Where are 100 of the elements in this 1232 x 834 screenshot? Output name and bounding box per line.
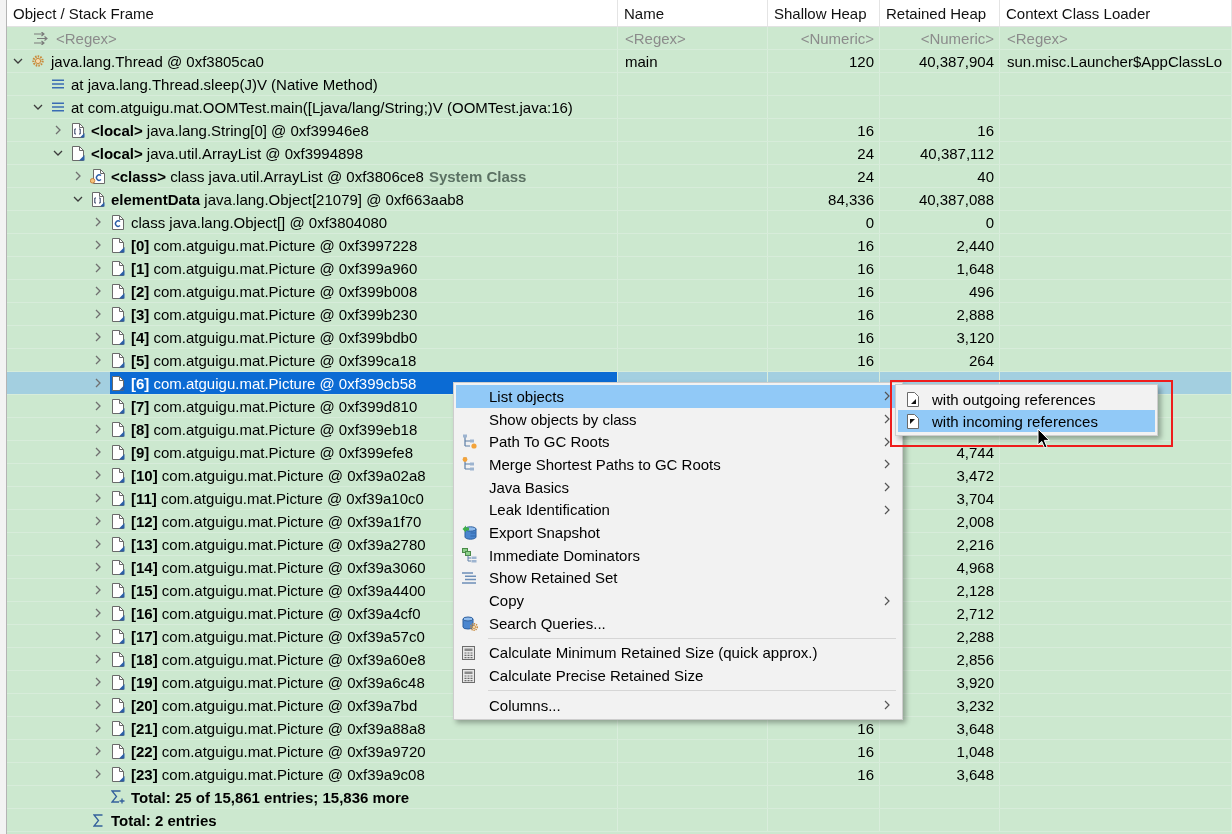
column-header[interactable]: Retained Heap xyxy=(880,0,1000,26)
object-label: [22] com.atguigu.mat.Picture @ 0xf39a9720 xyxy=(130,742,426,760)
chevron-right-icon[interactable] xyxy=(95,631,101,641)
chevron-right-icon[interactable] xyxy=(95,769,101,779)
document-icon xyxy=(111,398,125,414)
chevron-right-icon[interactable] xyxy=(75,171,81,181)
object-label: [20] com.atguigu.mat.Picture @ 0xf39a7bd xyxy=(130,696,418,714)
tree-row[interactable]: [23] com.atguigu.mat.Picture @ 0xf39a9c08 16 3,648 xyxy=(7,763,1232,786)
class-loader-cell: sun.misc.Launcher$AppClassLo xyxy=(1000,50,1232,72)
chevron-right-icon[interactable] xyxy=(95,378,101,388)
retained-heap-cell: 40,387,112 xyxy=(880,142,1000,164)
document-icon xyxy=(111,743,125,759)
document-icon xyxy=(111,605,125,621)
chevron-right-icon[interactable] xyxy=(95,654,101,664)
chevron-down-icon[interactable] xyxy=(33,104,43,110)
document-icon xyxy=(907,391,920,407)
document-icon xyxy=(111,697,125,713)
object-label: [15] com.atguigu.mat.Picture @ 0xf39a4400 xyxy=(130,581,426,599)
document-icon xyxy=(71,145,85,161)
tree-row[interactable]: [4] com.atguigu.mat.Picture @ 0xf399bdb0 16 3,120 xyxy=(7,326,1232,349)
object-label: [5] com.atguigu.mat.Picture @ 0xf399ca18 xyxy=(130,351,417,369)
tree-row[interactable]: [1] com.atguigu.mat.Picture @ 0xf399a960 16 1,648 xyxy=(7,257,1232,280)
object-label: [7] com.atguigu.mat.Picture @ 0xf399d810 xyxy=(130,397,418,415)
menu-item[interactable]: with outgoing references xyxy=(898,388,1155,410)
chevron-right-icon[interactable] xyxy=(95,447,101,457)
object-label: [12] com.atguigu.mat.Picture @ 0xf39a1f70 xyxy=(130,512,422,530)
chevron-right-icon[interactable] xyxy=(95,493,101,503)
chevron-right-icon[interactable] xyxy=(95,286,101,296)
filter-field[interactable]: <Numeric> xyxy=(775,28,874,48)
shallow-heap-cell: 16 xyxy=(768,763,880,785)
chevron-down-icon[interactable] xyxy=(13,58,23,64)
chevron-down-icon[interactable] xyxy=(53,150,63,156)
chevron-right-icon[interactable] xyxy=(95,309,101,319)
document-icon xyxy=(111,444,125,460)
retained-heap-cell: 2,888 xyxy=(880,303,1000,325)
tree-row[interactable]: [0] com.atguigu.mat.Picture @ 0xf3997228 16 2,440 xyxy=(7,234,1232,257)
tree-row[interactable]: at com.atguigu.mat.OOMTest.main([Ljava/lang/String;)V (OOMTest.java:16) xyxy=(7,96,1232,119)
shallow-heap-cell: 16 xyxy=(768,740,880,762)
filter-field[interactable]: <Regex> xyxy=(56,28,612,48)
object-label: [8] com.atguigu.mat.Picture @ 0xf399eb18 xyxy=(130,420,418,438)
chevron-right-icon[interactable] xyxy=(95,401,101,411)
chevron-right-icon[interactable] xyxy=(95,217,101,227)
tree-row[interactable]: [3] com.atguigu.mat.Picture @ 0xf399b230 16 2,888 xyxy=(7,303,1232,326)
chevron-right-icon[interactable] xyxy=(95,723,101,733)
object-label: [21] com.atguigu.mat.Picture @ 0xf39a88a8 xyxy=(130,719,426,737)
object-label: [3] com.atguigu.mat.Picture @ 0xf399b230 xyxy=(130,305,418,323)
tree-row[interactable]: [22] com.atguigu.mat.Picture @ 0xf39a9720 16 1,048 xyxy=(7,740,1232,763)
lines-icon xyxy=(462,571,477,584)
chevron-right-icon[interactable] xyxy=(95,677,101,687)
tree-row[interactable]: class java.lang.Object[] @ 0xf3804080 0 0 xyxy=(7,211,1232,234)
object-label: [0] com.atguigu.mat.Picture @ 0xf3997228 xyxy=(130,236,418,254)
document-icon xyxy=(111,766,125,782)
lines-icon xyxy=(52,79,64,89)
column-header[interactable]: Shallow Heap xyxy=(768,0,880,26)
retained-heap-cell: 2,440 xyxy=(880,234,1000,256)
object-label: [16] com.atguigu.mat.Picture @ 0xf39a4cf0 xyxy=(130,604,421,622)
document-icon xyxy=(111,720,125,736)
object-label: [11] com.atguigu.mat.Picture @ 0xf39a10c0 xyxy=(130,489,424,507)
chevron-right-icon[interactable] xyxy=(95,608,101,618)
database-icon xyxy=(462,524,478,541)
chevron-right-icon[interactable] xyxy=(95,700,101,710)
column-header[interactable]: Name xyxy=(618,0,768,26)
tree-row[interactable]: at java.lang.Thread.sleep(J)V (Native Method) xyxy=(7,73,1232,96)
name-cell: main xyxy=(618,50,768,72)
chevron-right-icon[interactable] xyxy=(95,470,101,480)
class-icon xyxy=(111,214,125,230)
filter-field[interactable]: <Regex> xyxy=(1007,28,1226,48)
tree-row[interactable]: Total: 2 entries xyxy=(7,809,1232,832)
tree-row[interactable]: <local> java.lang.String[0] @ 0xf39946e8 16 16 xyxy=(7,119,1232,142)
chevron-right-icon[interactable] xyxy=(95,263,101,273)
object-label: class java.lang.Object[] @ 0xf3804080 xyxy=(130,213,388,231)
column-header[interactable]: Context Class Loader xyxy=(1000,0,1232,26)
chevron-right-icon[interactable] xyxy=(55,125,61,135)
tree-row[interactable]: java.lang.Thread @ 0xf3805ca0 main 120 40,387,904 sun.misc.Launcher$AppClassLo xyxy=(7,50,1232,73)
tree-row[interactable]: elementData java.lang.Object[21079] @ 0xf663aab8 84,336 40,387,088 xyxy=(7,188,1232,211)
hierarchy-icon xyxy=(462,547,478,563)
shallow-heap-cell: 24 xyxy=(768,165,880,187)
chevron-right-icon[interactable] xyxy=(95,240,101,250)
tree-row[interactable]: <local> java.util.ArrayList @ 0xf3994898 24 40,387,112 xyxy=(7,142,1232,165)
tree-row[interactable]: Total: 25 of 15,861 entries; 15,836 more xyxy=(7,786,1232,809)
chevron-right-icon[interactable] xyxy=(95,585,101,595)
chevron-right-icon[interactable] xyxy=(95,562,101,572)
menu-item[interactable]: with incoming references xyxy=(898,410,1155,432)
chevron-right-icon[interactable] xyxy=(95,355,101,365)
object-label: [13] com.atguigu.mat.Picture @ 0xf39a2780 xyxy=(130,535,426,553)
stack-frame-label: at java.lang.Thread.sleep(J)V (Native Method) xyxy=(70,75,378,93)
chevron-right-icon[interactable] xyxy=(95,424,101,434)
column-header[interactable]: Object / Stack Frame xyxy=(7,0,618,26)
chevron-right-icon[interactable] xyxy=(95,516,101,526)
class-icon xyxy=(90,168,106,184)
filter-field[interactable]: <Regex> xyxy=(625,28,762,48)
chevron-right-icon[interactable] xyxy=(95,746,101,756)
chevron-right-icon[interactable] xyxy=(95,539,101,549)
filter-field[interactable]: <Numeric> xyxy=(887,28,994,48)
chevron-right-icon[interactable] xyxy=(95,332,101,342)
chevron-down-icon[interactable] xyxy=(73,196,83,202)
tree-row[interactable]: <class> class java.util.ArrayList @ 0xf3806ce8 System Class 24 40 xyxy=(7,165,1232,188)
tree-row[interactable]: [2] com.atguigu.mat.Picture @ 0xf399b008 16 496 xyxy=(7,280,1232,303)
object-label: elementData java.lang.Object[21079] @ 0xf663aab8 xyxy=(110,190,464,208)
class-note: System Class xyxy=(428,167,527,185)
